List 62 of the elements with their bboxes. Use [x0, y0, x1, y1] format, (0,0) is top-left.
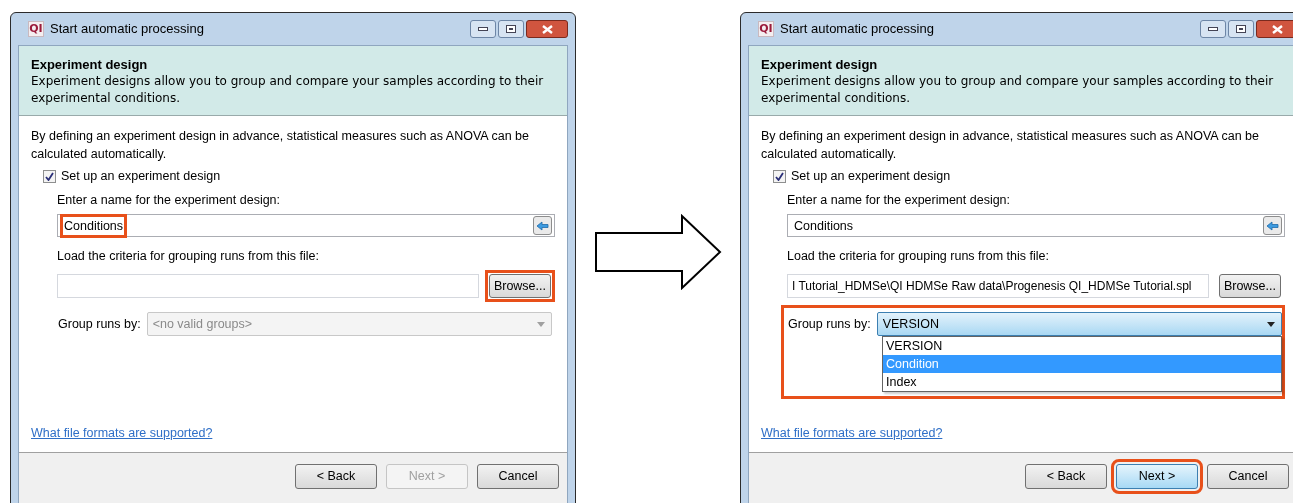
- window-title: Start automatic processing: [780, 20, 934, 39]
- file-path-field[interactable]: I Tutorial_HDMSe\QI HDMSe Raw data\Progenesis QI_HDMSe Tutorial.spl: [787, 274, 1209, 298]
- field-label: Enter a name for the experiment design:: [787, 192, 1012, 209]
- header-title: Experiment design: [31, 56, 149, 73]
- field-label: Load the criteria for grouping runs from this file:: [787, 248, 1050, 265]
- dropdown-value: VERSION: [882, 316, 940, 333]
- dropdown-option[interactable]: Index: [883, 373, 1281, 391]
- caret-icon: [537, 321, 545, 327]
- apply-button[interactable]: [533, 216, 552, 235]
- checkbox[interactable]: [773, 169, 786, 183]
- browse-button[interactable]: Browse...: [488, 274, 551, 298]
- maximize-button[interactable]: [1228, 20, 1254, 38]
- checkbox-label: Set up an experiment design: [791, 168, 951, 185]
- intro-text: By defining an experiment design in advance, statistical measures such as ANOVA can be calculated automatically.: [31, 128, 530, 163]
- maximize-icon: [506, 25, 516, 33]
- left-arrow-icon: [536, 220, 549, 231]
- header-description: Experiment designs allow you to group and compare your samples according to their experimental conditions.: [761, 73, 1275, 107]
- dialog-button[interactable]: Cancel: [1207, 464, 1289, 489]
- dialog-button[interactable]: Cancel: [477, 464, 559, 489]
- dialog-button[interactable]: < Back: [295, 464, 377, 489]
- right-arrow-icon: [594, 214, 722, 290]
- close-icon: [1271, 24, 1283, 34]
- maximize-icon: [1236, 25, 1246, 33]
- name-field[interactable]: Conditions: [787, 214, 1285, 237]
- minimize-button[interactable]: [470, 20, 496, 38]
- close-button[interactable]: [526, 20, 568, 38]
- caret-icon: [1267, 321, 1275, 327]
- dropdown-value: <no valid groups>: [152, 316, 254, 333]
- header-title: Experiment design: [761, 56, 879, 73]
- field-value: Conditions: [63, 216, 125, 235]
- minimize-icon: [478, 27, 488, 31]
- minimize-button[interactable]: [1200, 20, 1226, 38]
- checkmark-icon: [45, 171, 54, 181]
- app-logo: QI: [28, 21, 44, 37]
- close-icon: [541, 24, 553, 34]
- field-label: Enter a name for the experiment design:: [57, 192, 282, 209]
- checkmark-icon: [775, 171, 784, 181]
- intro-text: By defining an experiment design in advance, statistical measures such as ANOVA can be calculated automatically.: [761, 128, 1260, 163]
- name-field[interactable]: Conditions: [57, 214, 555, 237]
- close-button[interactable]: [1256, 20, 1293, 38]
- group-dropdown[interactable]: VERSION: [876, 312, 1282, 336]
- help-link[interactable]: What file formats are supported?: [761, 424, 943, 442]
- header-description: Experiment designs allow you to group and compare your samples according to their experimental conditions.: [31, 73, 545, 107]
- setup-checkbox[interactable]: Set up an experiment design: [773, 167, 951, 185]
- apply-button[interactable]: [1263, 216, 1282, 235]
- window-title: Start automatic processing: [50, 20, 204, 39]
- app-logo: QI: [758, 21, 774, 37]
- browse-button[interactable]: Browse...: [1218, 274, 1281, 298]
- file-path-field[interactable]: [57, 274, 479, 298]
- field-value: Conditions: [793, 217, 855, 235]
- checkbox[interactable]: [43, 169, 56, 183]
- field-label: Group runs by:: [58, 316, 141, 333]
- dialog-button[interactable]: < Back: [1025, 464, 1107, 489]
- setup-checkbox[interactable]: Set up an experiment design: [43, 167, 221, 185]
- dropdown-option[interactable]: VERSION: [883, 337, 1281, 355]
- checkbox-label: Set up an experiment design: [61, 168, 221, 185]
- field-label: Group runs by:: [788, 316, 871, 333]
- minimize-icon: [1208, 27, 1218, 31]
- field-label: Load the criteria for grouping runs from this file:: [57, 248, 320, 265]
- maximize-button[interactable]: [498, 20, 524, 38]
- help-link[interactable]: What file formats are supported?: [31, 424, 213, 442]
- left-arrow-icon: [1266, 220, 1279, 231]
